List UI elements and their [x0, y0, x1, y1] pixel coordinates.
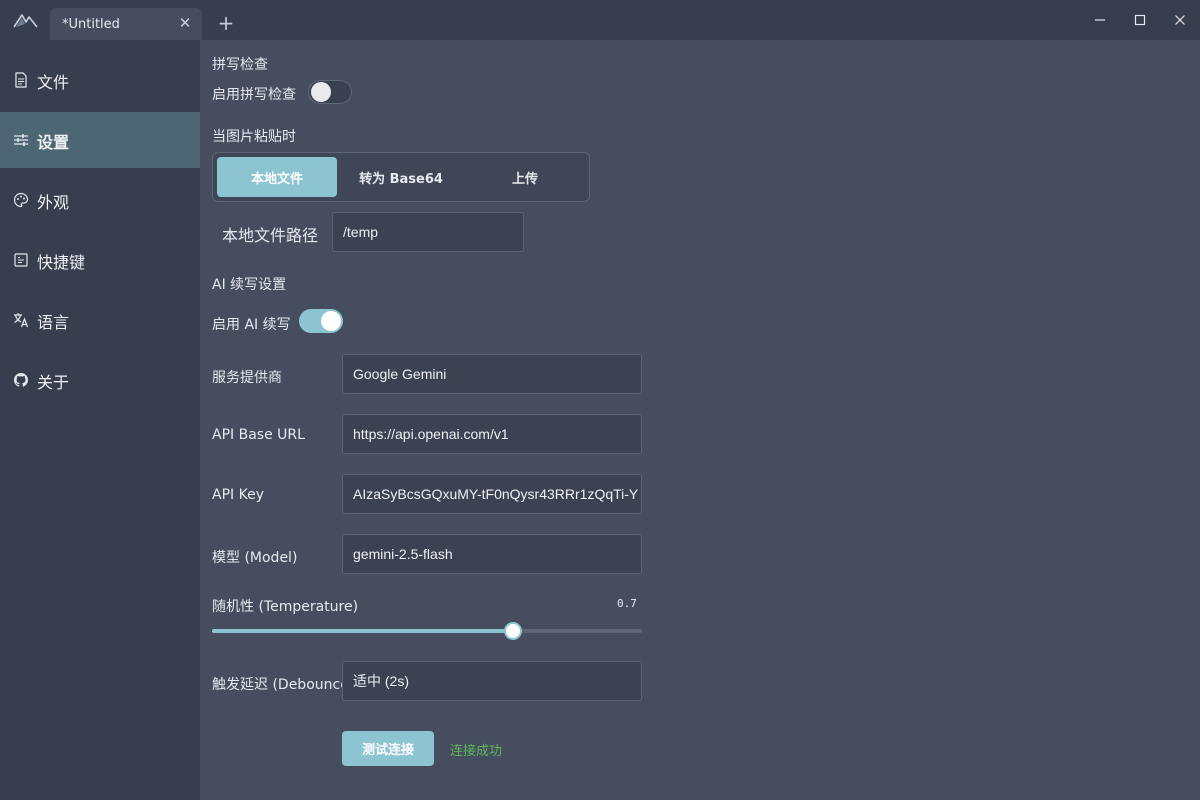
temperature-label: 随机性 (Temperature) [212, 599, 359, 615]
option-base64[interactable]: 转为 Base64 [341, 157, 461, 197]
slider-fill [212, 629, 513, 633]
keyboard-icon [13, 252, 29, 268]
temperature-slider[interactable] [212, 622, 642, 640]
option-local-file[interactable]: 本地文件 [217, 157, 337, 197]
toggle-knob [311, 82, 331, 102]
sliders-icon [13, 132, 29, 148]
close-icon [1175, 15, 1185, 25]
test-connection-button[interactable]: 测试连接 [342, 731, 434, 766]
sidebar-item-language[interactable]: 语言 [0, 292, 200, 348]
ai-toggle[interactable] [299, 309, 343, 333]
ai-toggle-label: 启用 AI 续写 [212, 317, 291, 333]
minimize-button[interactable] [1089, 10, 1111, 30]
temperature-value: 0.7 [617, 597, 637, 610]
sidebar-item-appearance[interactable]: 外观 [0, 172, 200, 228]
ai-section-title: AI 续写设置 [212, 277, 287, 293]
sidebar-item-shortcuts[interactable]: 快捷键 [0, 232, 200, 288]
debounce-label: 触发延迟 (Debounce) [212, 677, 355, 693]
api-key-input[interactable]: AIzaSyBcsGQxuMY-tF0nQysr43RRr1zQqTi-Y [342, 474, 642, 514]
image-paste-segmented-control: 本地文件 转为 Base64 上传 [212, 152, 590, 202]
option-upload[interactable]: 上传 [465, 157, 585, 197]
base-url-input[interactable]: https://api.openai.com/v1 [342, 414, 642, 454]
local-path-input[interactable]: /temp [332, 212, 524, 252]
base-url-label: API Base URL [212, 427, 305, 443]
minimize-icon [1095, 19, 1105, 21]
sidebar-item-about[interactable]: 关于 [0, 352, 200, 408]
api-key-label: API Key [212, 487, 264, 503]
new-tab-button[interactable]: + [214, 12, 238, 36]
sidebar-item-label: 文件 [37, 73, 70, 92]
maximize-icon [1134, 14, 1146, 26]
translate-icon [13, 312, 29, 328]
toggle-knob [321, 311, 341, 331]
github-icon [13, 372, 29, 388]
sidebar: 文件 设置 外观 快捷键 语言 关于 [0, 40, 200, 800]
app-logo-icon [12, 10, 40, 30]
image-paste-section-title: 当图片粘贴时 [212, 129, 296, 145]
spellcheck-toggle-label: 启用拼写检查 [212, 87, 296, 103]
model-label: 模型 (Model) [212, 550, 298, 566]
model-input[interactable]: gemini-2.5-flash [342, 534, 642, 574]
sidebar-item-file[interactable]: 文件 [0, 52, 200, 108]
sidebar-item-label: 快捷键 [37, 253, 86, 272]
debounce-select[interactable]: 适中 (2s) [342, 661, 642, 701]
spellcheck-section-title: 拼写检查 [212, 57, 268, 73]
provider-select[interactable]: Google Gemini [342, 354, 642, 394]
provider-label: 服务提供商 [212, 370, 282, 386]
app-window: *Untitled ✕ + 文件 设置 外观 快捷键 语言 关于 拼写检查 启用… [0, 0, 1200, 800]
slider-thumb[interactable] [504, 622, 522, 640]
sidebar-item-label: 关于 [37, 373, 70, 392]
sidebar-item-label: 设置 [37, 133, 70, 152]
tab-title: *Untitled [62, 17, 120, 32]
sidebar-item-settings[interactable]: 设置 [0, 112, 200, 168]
editor-tab[interactable]: *Untitled ✕ [50, 8, 202, 40]
sidebar-item-label: 语言 [37, 313, 70, 332]
tab-close-icon[interactable]: ✕ [176, 14, 194, 32]
connection-status-text: 连接成功 [450, 744, 503, 759]
local-path-label: 本地文件路径 [222, 226, 319, 245]
maximize-button[interactable] [1129, 10, 1151, 30]
file-icon [13, 72, 29, 88]
title-bar: *Untitled ✕ + [0, 0, 1200, 40]
spellcheck-toggle[interactable] [308, 80, 352, 104]
close-window-button[interactable] [1169, 10, 1191, 30]
settings-panel: 拼写检查 启用拼写检查 当图片粘贴时 本地文件 转为 Base64 上传 本地文… [200, 40, 1200, 800]
palette-icon [13, 192, 29, 208]
sidebar-item-label: 外观 [37, 193, 70, 212]
